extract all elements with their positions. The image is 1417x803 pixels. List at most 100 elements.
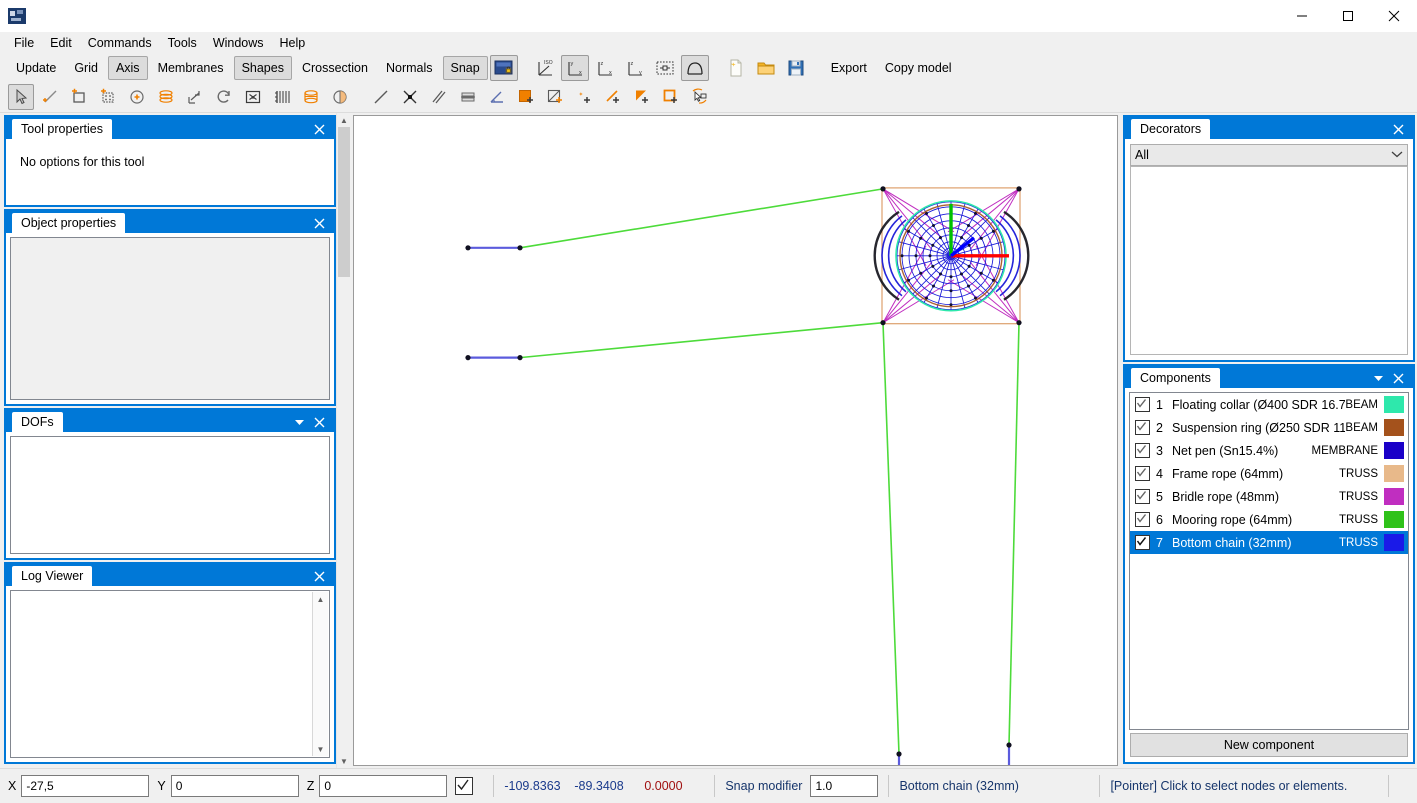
- dock-scroll-up-icon[interactable]: ▲: [337, 113, 351, 127]
- mirror-icon[interactable]: [269, 84, 295, 110]
- add-edge-icon[interactable]: [600, 84, 626, 110]
- toolbar-shapes-button[interactable]: Shapes: [233, 56, 292, 80]
- object-properties-tab[interactable]: Object properties: [12, 213, 126, 233]
- new-component-button[interactable]: New component: [1130, 733, 1408, 757]
- components-menu-chevron-down-icon[interactable]: [1369, 370, 1387, 386]
- menu-edit[interactable]: Edit: [42, 33, 80, 53]
- table-row[interactable]: 4 Frame rope (64mm) TRUSS: [1130, 462, 1408, 485]
- intersect-icon[interactable]: [397, 84, 423, 110]
- decorators-tab[interactable]: Decorators: [1131, 119, 1211, 139]
- log-scroll-up-icon[interactable]: ▲: [313, 592, 328, 606]
- component-color-swatch[interactable]: [1384, 419, 1404, 436]
- coordinate-lock-checkbox[interactable]: [455, 777, 474, 795]
- decorators-close-icon[interactable]: [1389, 121, 1407, 137]
- iso-view-icon[interactable]: ISO: [531, 55, 559, 81]
- maximize-icon[interactable]: [1325, 0, 1371, 32]
- table-row[interactable]: 5 Bridle rope (48mm) TRUSS: [1130, 485, 1408, 508]
- export-button[interactable]: Export: [823, 56, 875, 80]
- minimize-icon[interactable]: [1279, 0, 1325, 32]
- dofs-tab[interactable]: DOFs: [12, 412, 63, 432]
- copy-model-button[interactable]: Copy model: [877, 56, 960, 80]
- move-icon[interactable]: [182, 84, 208, 110]
- add-quad-icon[interactable]: [658, 84, 684, 110]
- add-point-icon[interactable]: [571, 84, 597, 110]
- toolbar-membranes-button[interactable]: Membranes: [150, 56, 232, 80]
- menu-file[interactable]: File: [6, 33, 42, 53]
- table-row[interactable]: 1 Floating collar (Ø400 SDR 16.7) BEAM: [1130, 393, 1408, 416]
- z-input[interactable]: 0: [319, 775, 448, 797]
- new-file-icon[interactable]: [722, 55, 750, 81]
- y-input[interactable]: 0: [170, 775, 299, 797]
- log-viewer-tab[interactable]: Log Viewer: [12, 566, 93, 586]
- object-properties-list[interactable]: [10, 237, 330, 400]
- save-disk-icon[interactable]: [782, 55, 810, 81]
- menu-help[interactable]: Help: [272, 33, 314, 53]
- fill-surface-icon[interactable]: [513, 84, 539, 110]
- menu-tools[interactable]: Tools: [160, 33, 205, 53]
- 3d-model-viewport[interactable]: [353, 115, 1118, 766]
- add-triangle-icon[interactable]: [629, 84, 655, 110]
- toolbar-snap-button[interactable]: Snap: [442, 56, 488, 80]
- tool-properties-tab[interactable]: Tool properties: [12, 119, 112, 139]
- component-checkbox[interactable]: [1135, 466, 1150, 481]
- membrane-shape-icon[interactable]: [680, 55, 709, 81]
- component-color-swatch[interactable]: [1384, 442, 1404, 459]
- revolve-icon[interactable]: [327, 84, 353, 110]
- extrude-icon[interactable]: [298, 84, 324, 110]
- component-checkbox[interactable]: [1135, 443, 1150, 458]
- component-checkbox[interactable]: [1135, 489, 1150, 504]
- select-region-icon[interactable]: [687, 84, 713, 110]
- toolbar-crossection-button[interactable]: Crossection: [294, 56, 376, 80]
- component-color-swatch[interactable]: [1384, 534, 1404, 551]
- x-input[interactable]: -27,5: [21, 775, 150, 797]
- dofs-close-icon[interactable]: [310, 414, 328, 430]
- add-node-icon[interactable]: [124, 84, 150, 110]
- component-color-swatch[interactable]: [1384, 465, 1404, 482]
- table-row[interactable]: 3 Net pen (Sn15.4%) MEMBRANE: [1130, 439, 1408, 462]
- menu-commands[interactable]: Commands: [80, 33, 160, 53]
- toolbar-normals-button[interactable]: Normals: [378, 56, 441, 80]
- component-checkbox[interactable]: [1135, 397, 1150, 412]
- log-viewer-scrollbar[interactable]: ▲ ▼: [312, 592, 328, 756]
- component-color-swatch[interactable]: [1384, 396, 1404, 413]
- table-row[interactable]: 7 Bottom chain (32mm) TRUSS: [1130, 531, 1408, 554]
- components-close-icon[interactable]: [1389, 370, 1407, 386]
- toolbar-axis-button[interactable]: Axis: [107, 56, 148, 80]
- log-scroll-down-icon[interactable]: ▼: [313, 742, 328, 756]
- decorators-list[interactable]: [1130, 166, 1408, 355]
- log-viewer-close-icon[interactable]: [310, 568, 328, 584]
- dofs-menu-chevron-down-icon[interactable]: [290, 414, 308, 430]
- components-tab[interactable]: Components: [1131, 368, 1220, 388]
- table-row[interactable]: 6 Mooring rope (64mm) TRUSS: [1130, 508, 1408, 531]
- add-layers-icon[interactable]: [153, 84, 179, 110]
- object-properties-close-icon[interactable]: [310, 215, 328, 231]
- scale-icon[interactable]: [240, 84, 266, 110]
- log-viewer-text[interactable]: ▲ ▼: [10, 590, 330, 758]
- lock-view-icon[interactable]: [489, 55, 518, 81]
- component-checkbox[interactable]: [1135, 420, 1150, 435]
- add-rectangle-icon[interactable]: [66, 84, 92, 110]
- component-checkbox[interactable]: [1135, 512, 1150, 527]
- snap-modifier-input[interactable]: 1.0: [810, 775, 879, 797]
- component-checkbox[interactable]: [1135, 535, 1150, 550]
- close-icon[interactable]: [1371, 0, 1417, 32]
- open-folder-icon[interactable]: [752, 55, 780, 81]
- draw-line-icon[interactable]: [37, 84, 63, 110]
- components-list[interactable]: 1 Floating collar (Ø400 SDR 16.7) BEAM 2…: [1129, 392, 1409, 730]
- decorators-filter-select[interactable]: All: [1130, 144, 1408, 166]
- dofs-list[interactable]: [10, 436, 330, 554]
- measure-line-icon[interactable]: [368, 84, 394, 110]
- angle-icon[interactable]: [484, 84, 510, 110]
- pointer-select-icon[interactable]: [8, 84, 34, 110]
- front-view-yx-icon[interactable]: y x: [560, 55, 589, 81]
- split-surface-icon[interactable]: [542, 84, 568, 110]
- menu-windows[interactable]: Windows: [205, 33, 272, 53]
- parallel-icon[interactable]: [426, 84, 452, 110]
- tool-properties-close-icon[interactable]: [310, 121, 328, 137]
- align-icon[interactable]: [455, 84, 481, 110]
- component-color-swatch[interactable]: [1384, 488, 1404, 505]
- rotate-icon[interactable]: [211, 84, 237, 110]
- component-color-swatch[interactable]: [1384, 511, 1404, 528]
- toolbar-update-button[interactable]: Update: [8, 56, 64, 80]
- dock-scroll-down-icon[interactable]: ▼: [337, 754, 351, 768]
